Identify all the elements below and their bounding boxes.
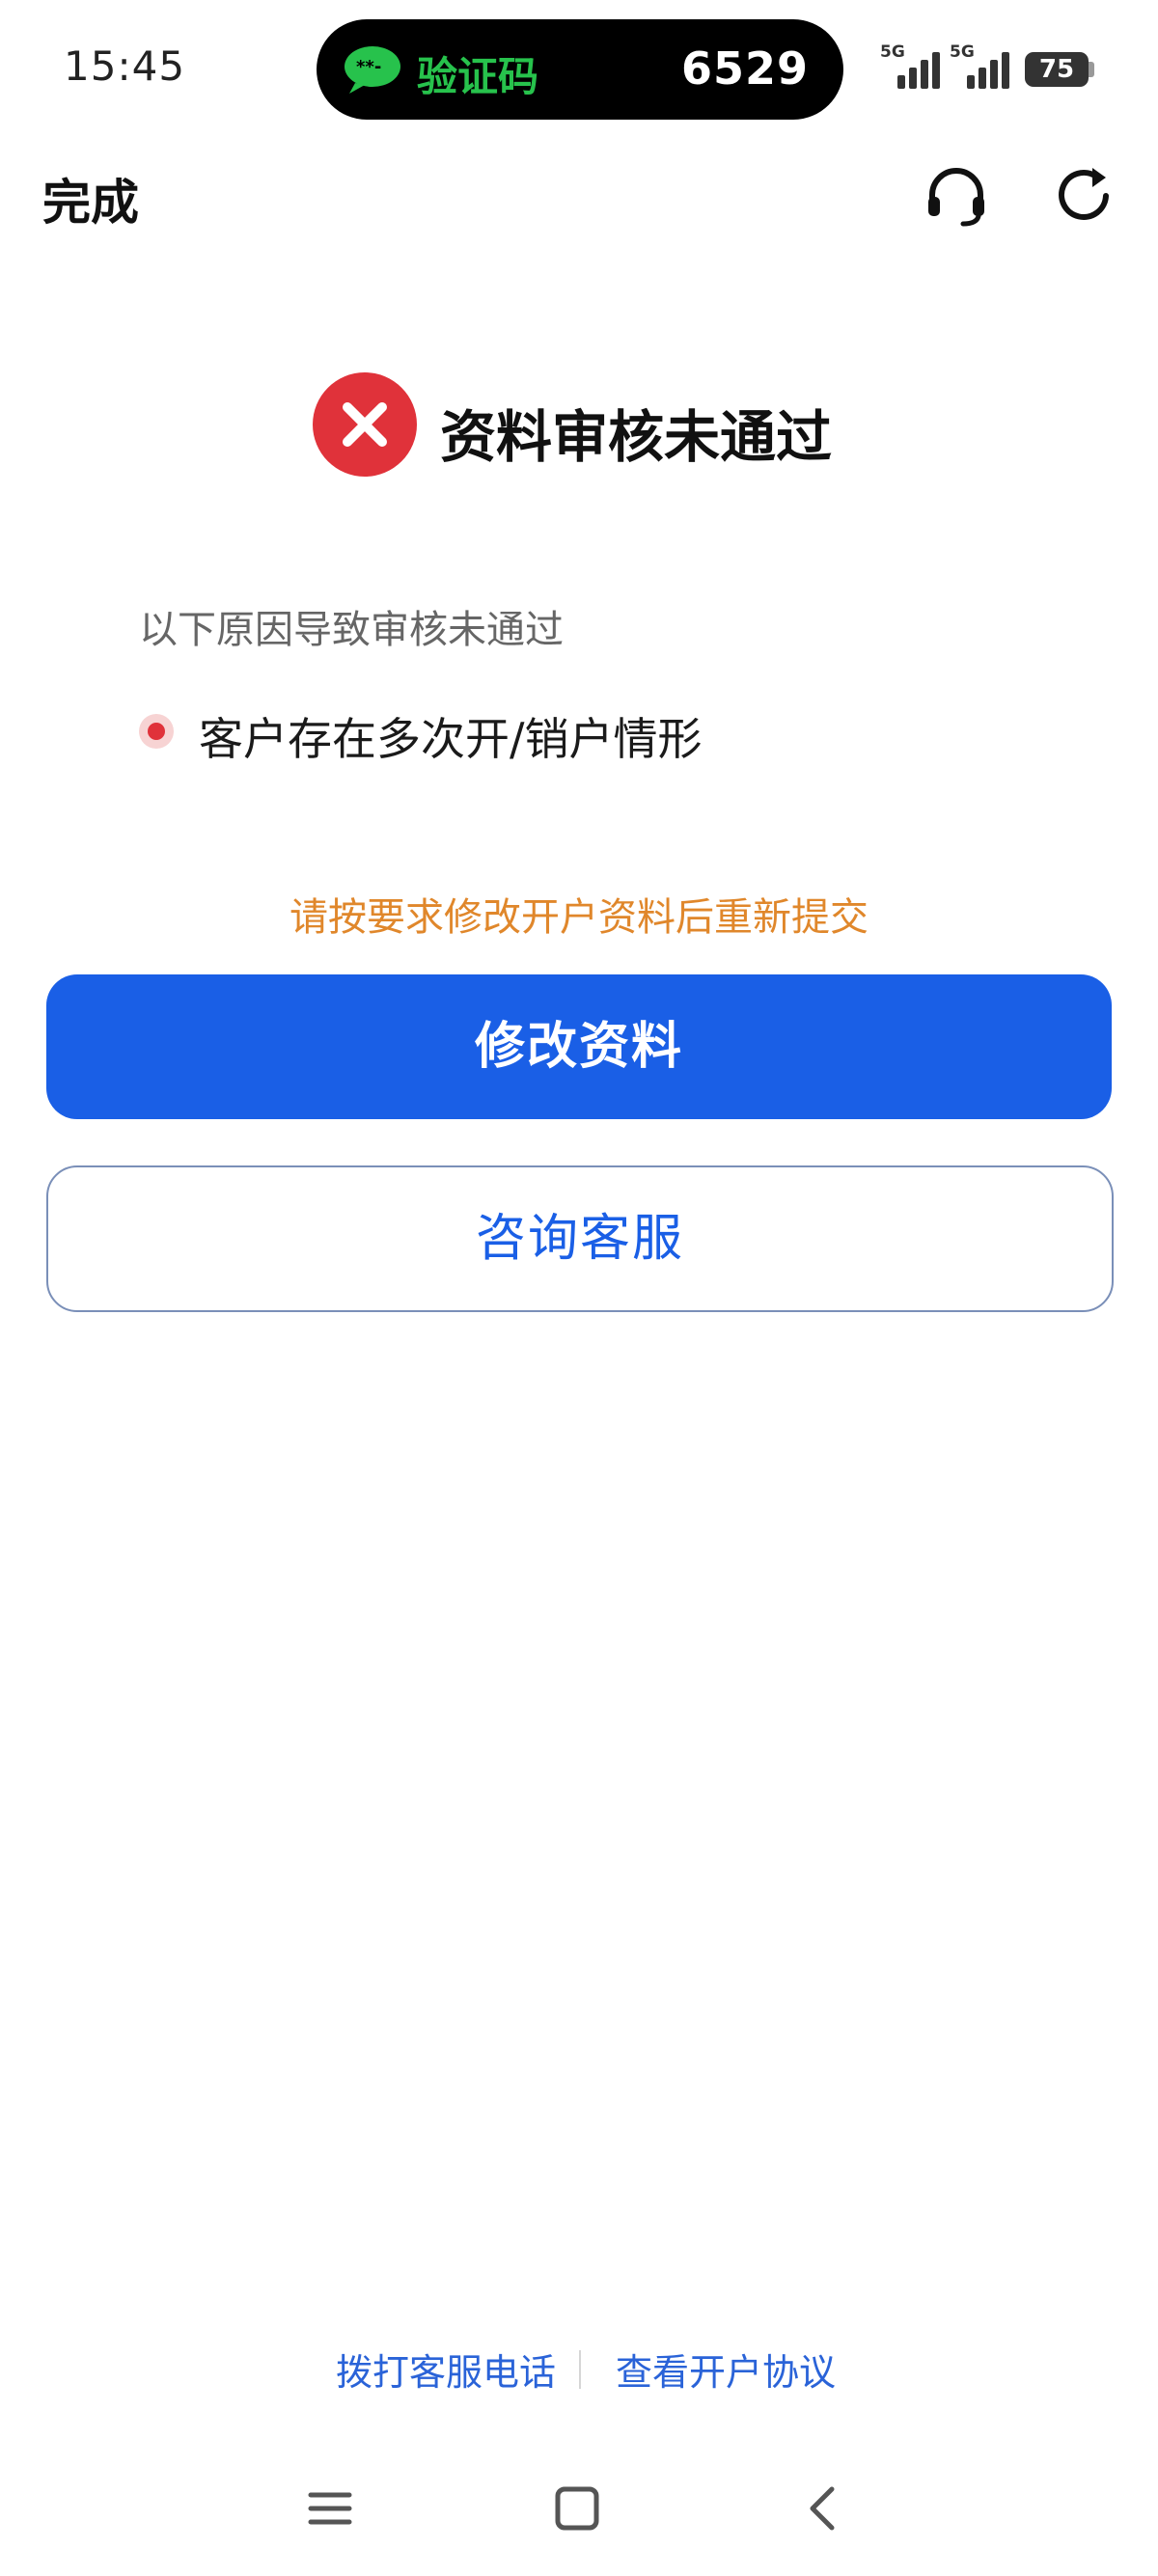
result-header: 资料审核未通过	[0, 372, 1158, 479]
resubmit-hint: 请按要求修改开户资料后重新提交	[290, 895, 868, 940]
sms-title: 验证码	[417, 53, 539, 100]
sms-code: 6529	[680, 42, 809, 95]
modify-info-button[interactable]: 修改资料	[46, 974, 1112, 1119]
svg-text:**-: **-	[356, 57, 381, 77]
sms-code-notification[interactable]: **- 验证码 6529	[317, 19, 843, 120]
battery-icon: 75	[1025, 52, 1089, 87]
menu-icon[interactable]	[303, 2481, 357, 2535]
sms-icon: **-	[345, 46, 400, 94]
home-icon[interactable]	[550, 2481, 604, 2535]
footer-divider	[579, 2350, 581, 2389]
system-nav-bar	[0, 2470, 1158, 2547]
result-title: 资料审核未通过	[440, 404, 833, 470]
bullet-dot-icon	[139, 714, 174, 749]
headset-icon[interactable]	[923, 162, 990, 230]
view-agreement-link[interactable]: 查看开户协议	[616, 2343, 836, 2396]
page: 15:45 **- 验证码 6529 5G 5G 75 完成 资料审核未通过 以…	[0, 0, 1158, 2576]
error-icon	[313, 372, 417, 477]
footer-links: 拨打客服电话 查看开户协议	[0, 2343, 1158, 2400]
done-button[interactable]: 完成	[42, 164, 139, 233]
back-icon[interactable]	[797, 2481, 851, 2535]
network-type-1: 5G	[880, 42, 905, 62]
status-bar: 15:45 **- 验证码 6529 5G 5G 75	[0, 0, 1158, 140]
battery-cap	[1089, 62, 1094, 77]
reason-text: 客户存在多次开/销户情形	[199, 713, 703, 765]
refresh-icon[interactable]	[1050, 162, 1117, 230]
call-service-link[interactable]: 拨打客服电话	[336, 2343, 556, 2396]
signal-2-icon: 5G	[950, 42, 1009, 89]
status-time: 15:45	[64, 42, 186, 90]
network-type-2: 5G	[950, 42, 975, 62]
signal-1-icon: 5G	[880, 42, 940, 89]
consult-service-button[interactable]: 咨询客服	[46, 1165, 1114, 1312]
reason-label: 以下原因导致审核未通过	[139, 608, 564, 652]
